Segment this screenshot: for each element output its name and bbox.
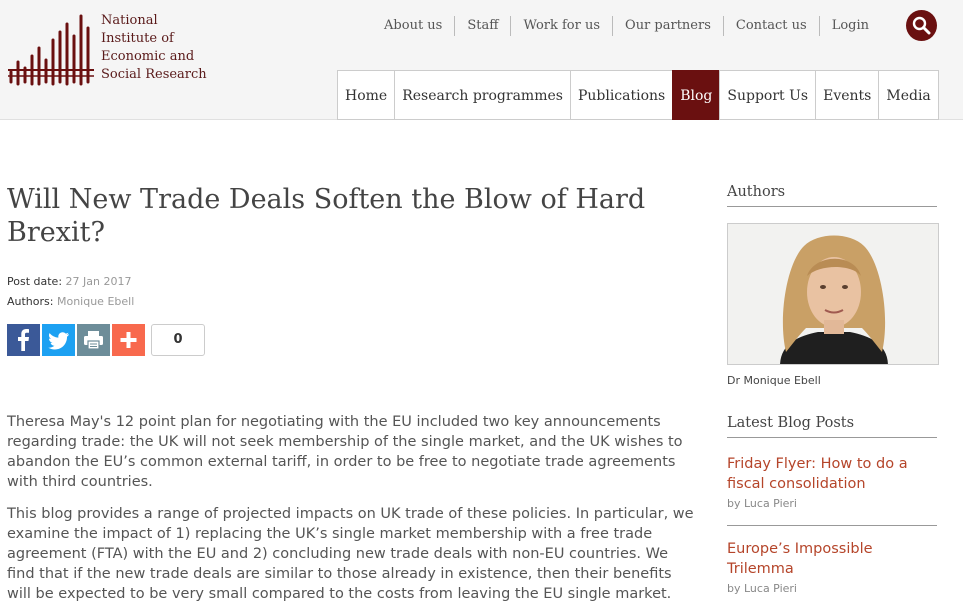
mainnav-media[interactable]: Media [878, 70, 939, 120]
author-photo[interactable] [727, 223, 939, 365]
authors-label: Authors: [7, 295, 54, 308]
latest-post-title[interactable]: Europe’s Impossible Trilemma [727, 539, 937, 579]
post-date: Post date: 27 Jan 2017 [7, 275, 131, 288]
logo-line: Social Research [101, 67, 207, 82]
logo-line: Institute of [101, 31, 174, 46]
facebook-icon [7, 324, 40, 356]
print-button[interactable] [77, 324, 110, 356]
topnav-login[interactable]: Login [818, 16, 881, 36]
share-bar: 0 [7, 324, 205, 356]
post-date-label: Post date: [7, 275, 63, 288]
mainnav-publications[interactable]: Publications [569, 70, 673, 120]
mainnav-support-us[interactable]: Support Us [719, 70, 816, 120]
logo-text: National Institute of Economic and Socia… [101, 12, 207, 84]
article-paragraph: Theresa May's 12 point plan for negotiat… [7, 414, 683, 490]
post-authors: Authors: Monique Ebell [7, 295, 134, 308]
utility-nav: About us Staff Work for us Our partners … [372, 16, 881, 36]
topnav-about-us[interactable]: About us [372, 16, 454, 36]
more-share-button[interactable] [112, 324, 145, 356]
search-button[interactable] [906, 10, 937, 41]
topnav-staff[interactable]: Staff [454, 16, 510, 36]
post-date-value: 27 Jan 2017 [65, 275, 132, 288]
facebook-share-button[interactable] [7, 324, 40, 356]
logo-bars-icon [8, 14, 94, 86]
logo-line: National [101, 13, 158, 28]
latest-post-item: Friday Flyer: How to do a fiscal consoli… [727, 454, 937, 526]
sidebar-authors-heading: Authors [727, 184, 937, 207]
author-portrait-icon [728, 224, 938, 364]
search-icon [912, 16, 931, 35]
twitter-icon [42, 324, 75, 356]
main-nav: Home Research programmes Publications Bl… [337, 70, 939, 120]
mainnav-blog[interactable]: Blog [672, 70, 720, 120]
latest-post-author: by Luca Pieri [727, 582, 797, 595]
topnav-our-partners[interactable]: Our partners [612, 16, 723, 36]
mainnav-events[interactable]: Events [815, 70, 879, 120]
author-link[interactable]: Monique Ebell [57, 295, 134, 308]
topnav-work-for-us[interactable]: Work for us [510, 16, 612, 36]
logo-line: Economic and [101, 49, 195, 64]
article-paragraph: This blog provides a range of projected … [7, 506, 694, 602]
twitter-share-button[interactable] [42, 324, 75, 356]
latest-post-item: Europe’s Impossible Trilemma by Luca Pie… [727, 539, 937, 595]
mainnav-home[interactable]: Home [337, 70, 395, 120]
latest-post-title[interactable]: Friday Flyer: How to do a fiscal consoli… [727, 454, 937, 494]
article-title: Will New Trade Deals Soften the Blow of … [7, 184, 646, 248]
topnav-contact-us[interactable]: Contact us [722, 16, 819, 36]
print-icon [77, 324, 110, 356]
sidebar-latest-heading: Latest Blog Posts [727, 415, 937, 438]
latest-post-author: by Luca Pieri [727, 497, 797, 510]
site-logo[interactable]: National Institute of Economic and Socia… [8, 12, 208, 92]
plus-icon [112, 324, 145, 356]
site-header: National Institute of Economic and Socia… [0, 0, 963, 120]
share-count: 0 [151, 324, 205, 356]
mainnav-research-programmes[interactable]: Research programmes [394, 70, 570, 120]
author-name[interactable]: Dr Monique Ebell [727, 374, 821, 387]
